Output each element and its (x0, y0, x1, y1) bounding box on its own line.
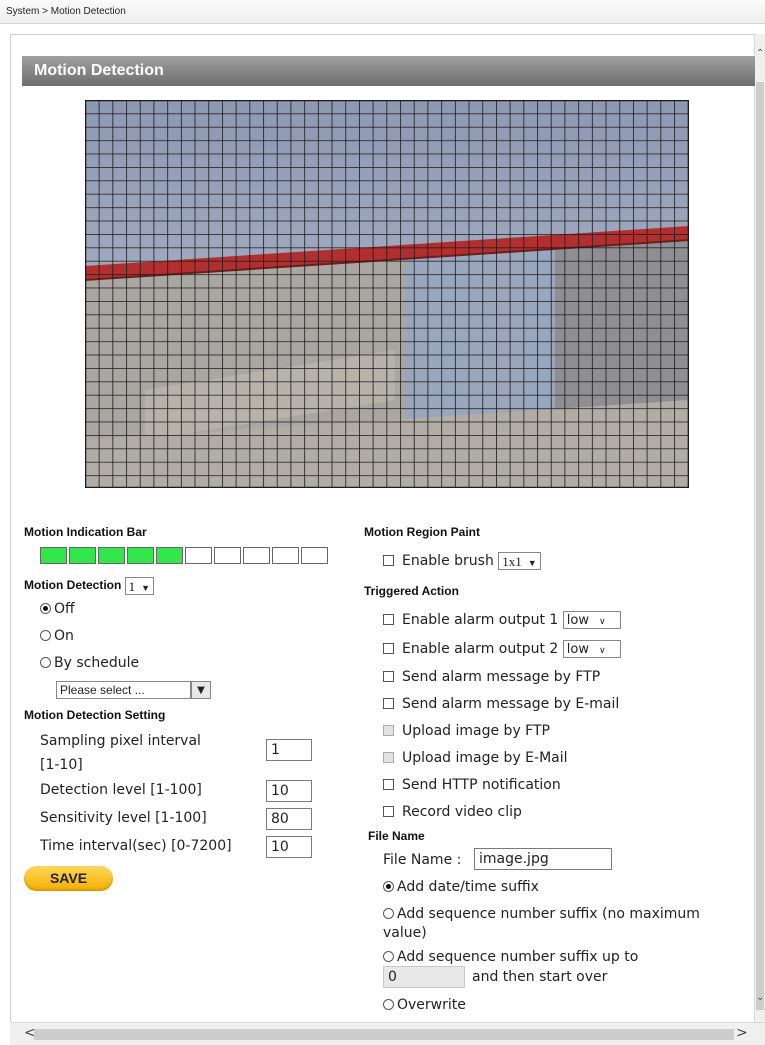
scroll-right-icon[interactable]: > (736, 1025, 748, 1041)
chevron-down-icon: ▼ (141, 583, 151, 593)
sensitivity-level-input[interactable]: 80 (266, 808, 312, 830)
vertical-scrollbar[interactable]: ⌃ ⌄ (754, 34, 765, 1022)
chevron-down-icon: ∨ (598, 646, 606, 656)
checkbox-icon[interactable] (383, 779, 394, 790)
radio-icon[interactable] (383, 881, 394, 892)
then-start-over-label: and then start over (472, 969, 608, 985)
motion-bar-segment (243, 547, 270, 564)
alarm-output-2-checkbox[interactable]: Enable alarm output 2 low ∨ (383, 640, 621, 658)
hscroll-thumb[interactable] (34, 1029, 734, 1040)
radio-date-time-suffix[interactable]: Add date/time suffix (383, 879, 539, 895)
sampling-range-label: [1-10] (40, 757, 83, 773)
detection-level-label: Detection level [1-100] (40, 782, 202, 798)
ftp-message-checkbox[interactable]: Send alarm message by FTP (383, 669, 600, 685)
horizontal-scrollbar[interactable]: < > (10, 1022, 765, 1045)
detection-level-input[interactable]: 10 (266, 780, 312, 802)
motion-bar-segment (40, 547, 67, 564)
sampling-input[interactable]: 1 (266, 739, 312, 761)
checkbox-icon[interactable] (383, 806, 394, 817)
scroll-down-icon[interactable]: ⌄ (756, 992, 764, 1003)
motion-bar-segment (185, 547, 212, 564)
sensitivity-level-label: Sensitivity level [1-100] (40, 810, 207, 826)
upload-ftp-checkbox: Upload image by FTP (383, 723, 550, 739)
motion-detection-label: Motion Detection 1 ▼ (24, 577, 155, 595)
time-interval-input[interactable]: 10 (266, 836, 312, 858)
sampling-label: Sampling pixel interval (40, 733, 201, 749)
http-notification-checkbox[interactable]: Send HTTP notification (383, 777, 561, 793)
motion-bar-segment (98, 547, 125, 564)
radio-icon[interactable] (383, 999, 394, 1010)
checkbox-icon[interactable] (383, 698, 394, 709)
checkbox-icon[interactable] (383, 671, 394, 682)
schedule-select[interactable]: Please select ... ▼ (56, 681, 211, 699)
radio-on[interactable]: On (40, 628, 74, 644)
chevron-down-icon[interactable]: ▼ (191, 681, 211, 699)
scrollbar-thumb[interactable] (756, 82, 764, 1010)
alarm-output-1-select[interactable]: low ∨ (562, 611, 621, 629)
radio-off[interactable]: Off (40, 601, 75, 617)
checkbox-icon (383, 725, 394, 736)
motion-bar-segment (301, 547, 328, 564)
radio-overwrite[interactable]: Overwrite (383, 997, 466, 1013)
camera-view[interactable] (85, 100, 689, 488)
brush-size-select[interactable]: 1x1 ▼ (498, 552, 541, 570)
radio-icon[interactable] (40, 630, 51, 641)
alarm-output-2-select[interactable]: low ∨ (562, 640, 621, 658)
motion-indication-bar-label: Motion Indication Bar (24, 525, 147, 539)
radio-sequence-up-to[interactable]: Add sequence number suffix up to (383, 949, 638, 965)
motion-detection-select[interactable]: 1 ▼ (124, 577, 155, 595)
sequence-suffix-continued: value) (383, 925, 427, 941)
checkbox-icon (383, 752, 394, 763)
time-interval-label: Time interval(sec) [0-7200] (40, 838, 232, 854)
file-name-input[interactable]: image.jpg (474, 848, 612, 870)
chevron-down-icon: ∨ (598, 617, 606, 627)
radio-icon[interactable] (40, 603, 51, 614)
file-name-title: File Name (368, 829, 425, 843)
radio-icon[interactable] (40, 657, 51, 668)
radio-icon[interactable] (383, 908, 394, 919)
motion-region-paint-title: Motion Region Paint (364, 525, 480, 539)
checkbox-icon[interactable] (383, 614, 394, 625)
motion-grid-video[interactable] (85, 100, 689, 488)
radio-sequence-suffix[interactable]: Add sequence number suffix (no maximum (383, 906, 700, 922)
checkbox-icon[interactable] (383, 555, 394, 566)
motion-detection-setting-title: Motion Detection Setting (24, 708, 166, 722)
scroll-up-icon[interactable]: ⌃ (756, 48, 764, 59)
motion-bar-segment (272, 547, 299, 564)
breadcrumb: System > Motion Detection (0, 0, 765, 24)
upload-email-checkbox: Upload image by E-Mail (383, 750, 568, 766)
panel-title: Motion Detection (22, 56, 755, 86)
motion-bar-segment (69, 547, 96, 564)
triggered-action-title: Triggered Action (364, 584, 459, 598)
motion-indication-bar (40, 547, 330, 564)
motion-bar-segment (214, 547, 241, 564)
record-video-checkbox[interactable]: Record video clip (383, 804, 522, 820)
radio-icon[interactable] (383, 951, 394, 962)
sequence-max-input[interactable]: 0 (383, 966, 465, 988)
checkbox-icon[interactable] (383, 643, 394, 654)
radio-by-schedule[interactable]: By schedule (40, 655, 139, 671)
alarm-output-1-checkbox[interactable]: Enable alarm output 1 low ∨ (383, 611, 621, 629)
motion-bar-segment (156, 547, 183, 564)
enable-brush-checkbox[interactable]: Enable brush 1x1 ▼ (383, 552, 541, 570)
motion-bar-segment (127, 547, 154, 564)
save-button[interactable]: SAVE (24, 866, 113, 891)
email-message-checkbox[interactable]: Send alarm message by E-mail (383, 696, 619, 712)
file-name-label: File Name : (383, 852, 462, 868)
chevron-down-icon: ▼ (527, 558, 537, 568)
